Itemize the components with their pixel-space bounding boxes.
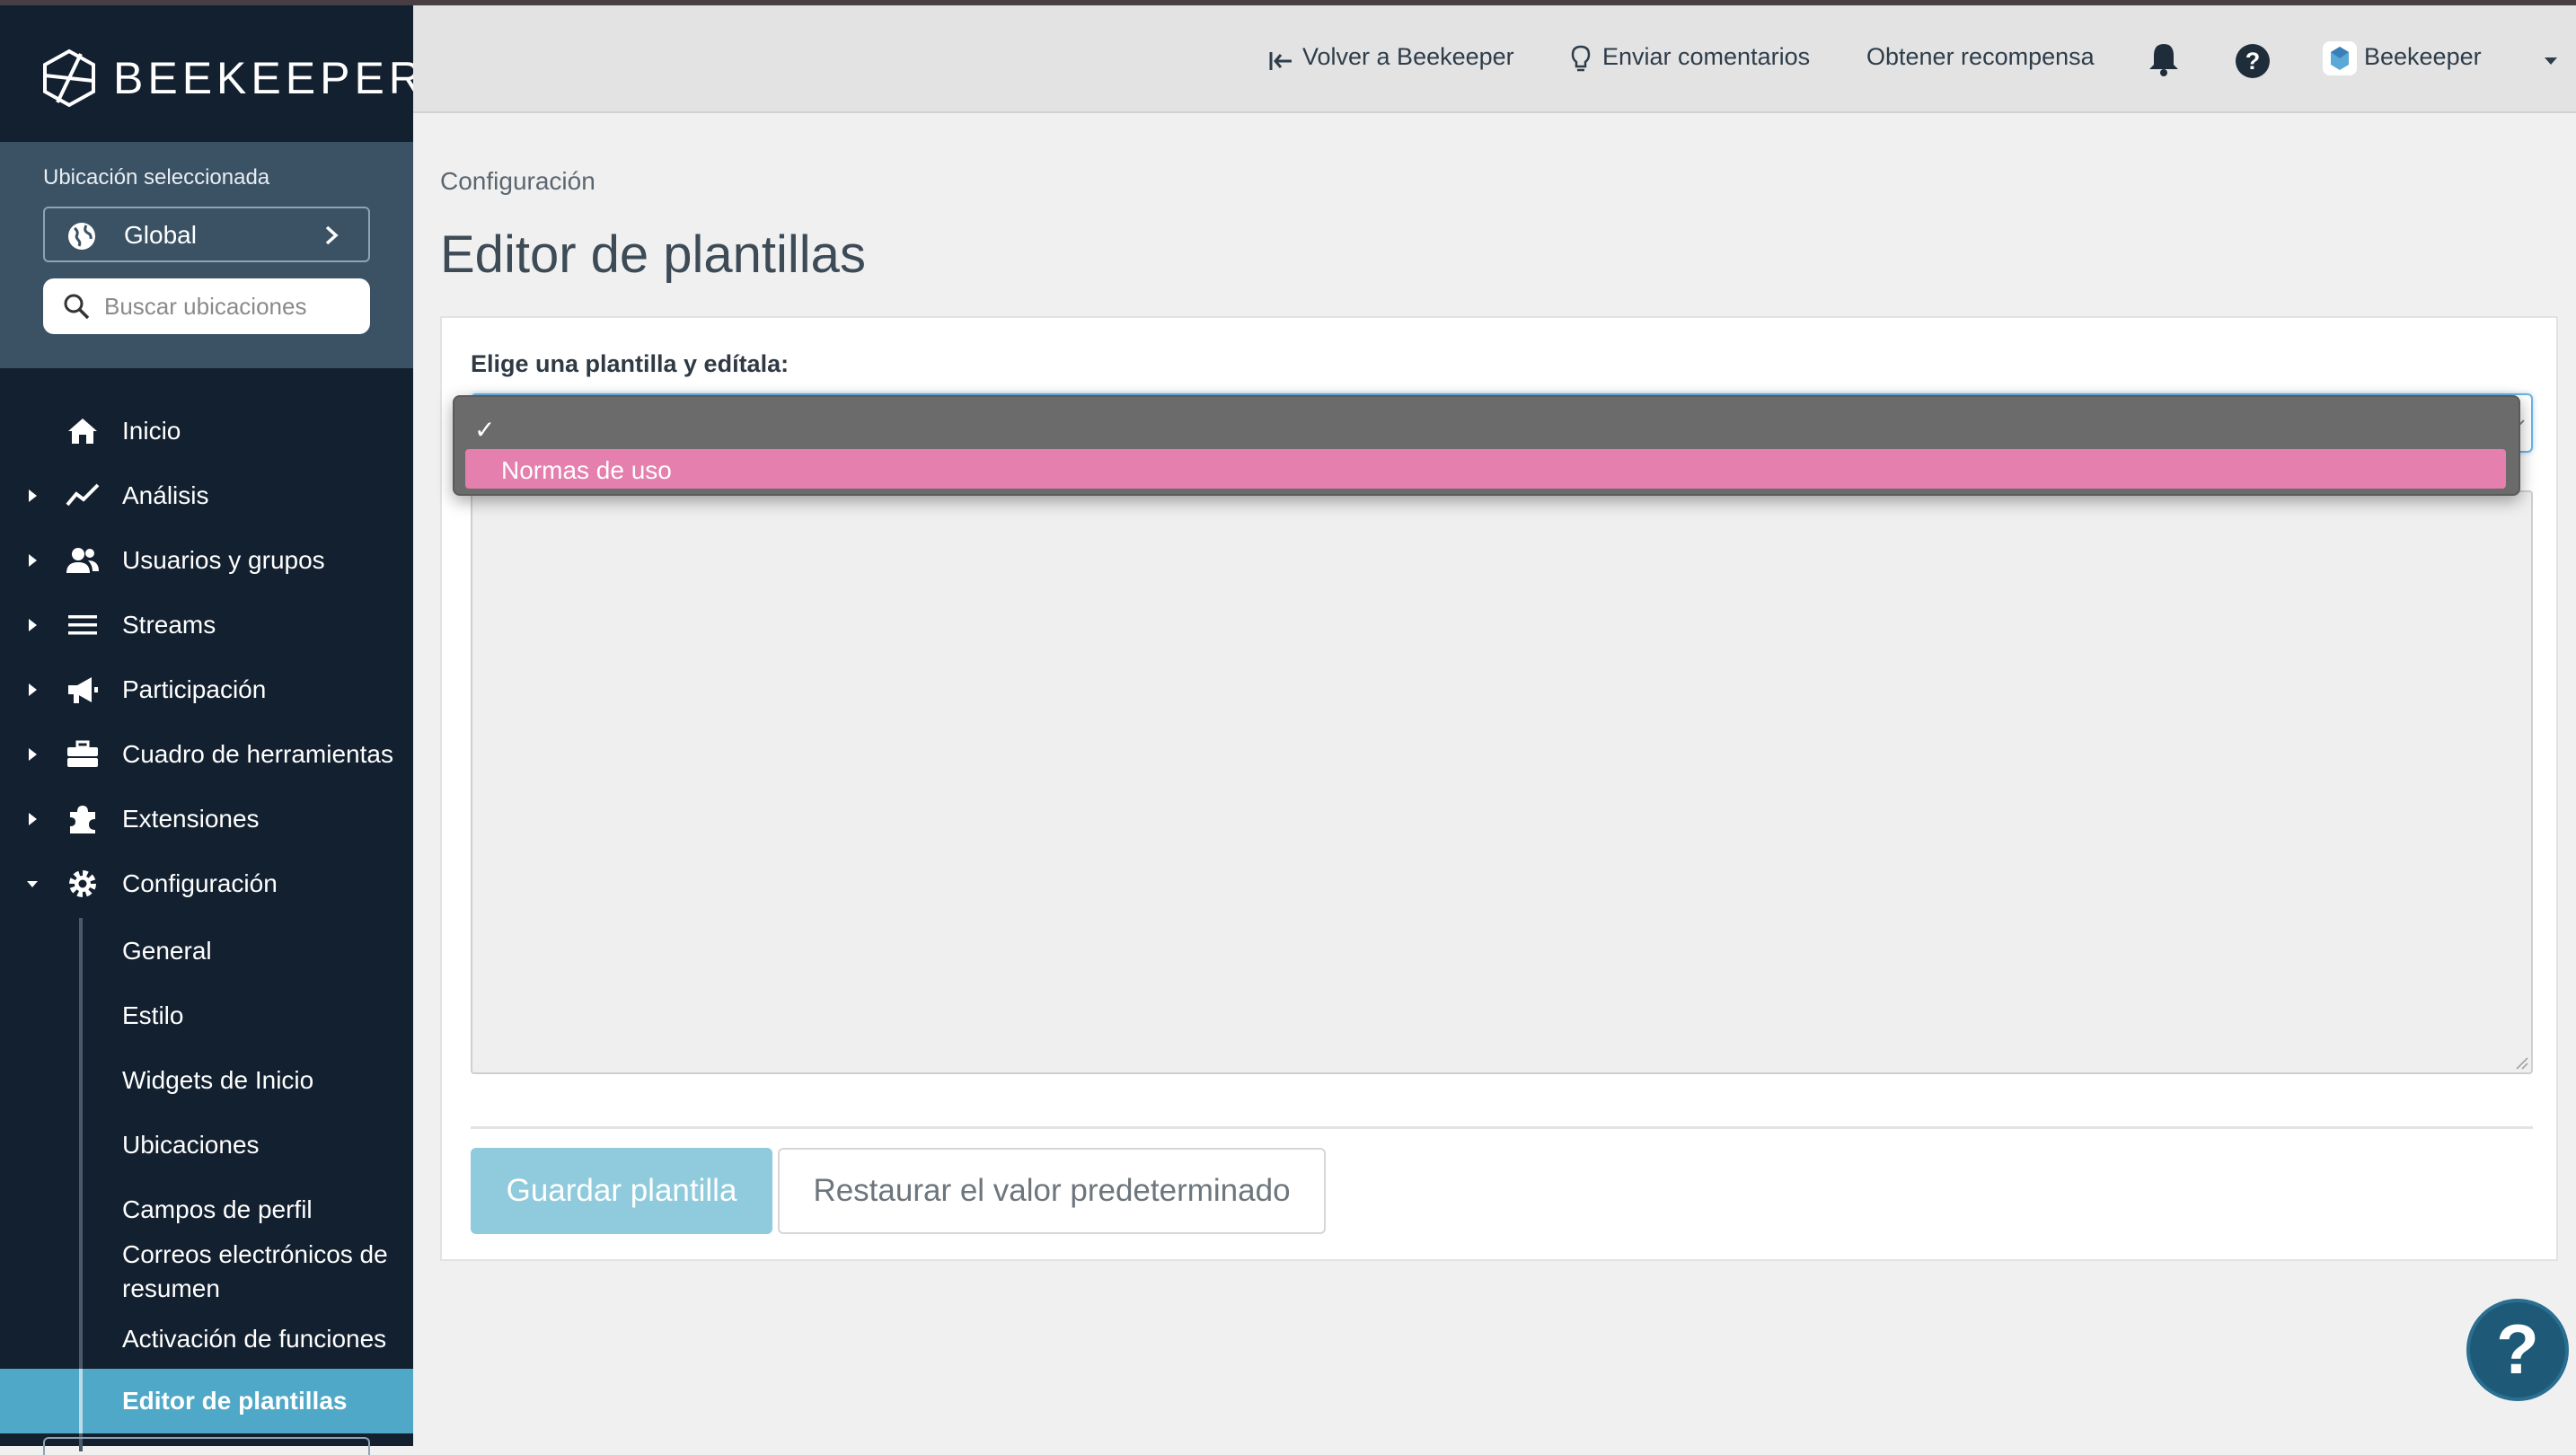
nav-label: Extensiones [122, 805, 260, 833]
sidebar: BEEKEEPER Ubicación seleccionada Global [0, 5, 421, 1455]
caret-right-icon [29, 683, 37, 696]
account-avatar[interactable] [2323, 41, 2357, 75]
caret-down-icon[interactable] [2544, 56, 2558, 66]
sub-item-correos-resumen[interactable]: Correos electrónicos de resumen [0, 1229, 413, 1313]
nav-item-analisis[interactable]: Análisis [0, 463, 413, 528]
sub-label: General [122, 937, 212, 965]
template-select-label: Elige una plantilla y edítala: [471, 350, 790, 377]
sub-label: Ubicaciones [122, 1131, 260, 1159]
nav-item-configuracion[interactable]: Configuración [0, 851, 413, 916]
dropdown-option-normas-de-uso[interactable]: Normas de uso [465, 449, 2506, 489]
back-to-beekeeper-link[interactable]: Volver a Beekeeper [1302, 43, 1514, 71]
active-marker [79, 1369, 83, 1433]
nav-label: Usuarios y grupos [122, 546, 325, 574]
trend-icon [66, 483, 100, 507]
sub-item-estilo[interactable]: Estilo [0, 981, 413, 1045]
caret-right-icon [29, 554, 37, 567]
send-feedback-link[interactable]: Enviar comentarios [1602, 43, 1810, 71]
bell-icon[interactable] [2147, 41, 2181, 77]
dropdown-check-icon: ✓ [474, 416, 496, 444]
sub-label: Correos electrónicos de resumen [122, 1240, 388, 1302]
nav-item-usuarios[interactable]: Usuarios y grupos [0, 528, 413, 593]
nav-item-participacion[interactable]: Participación [0, 657, 413, 722]
save-template-button[interactable]: Guardar plantilla [471, 1148, 772, 1234]
account-menu[interactable]: Beekeeper [2364, 43, 2482, 71]
breadcrumb[interactable]: Configuración [440, 167, 595, 196]
nav-label: Cuadro de herramientas [122, 740, 393, 768]
nav-label: Streams [122, 611, 216, 639]
sub-item-widgets-inicio[interactable]: Widgets de Inicio [0, 1045, 413, 1110]
caret-right-icon [29, 489, 37, 502]
sub-item-editor-plantillas[interactable]: Editor de plantillas [0, 1369, 413, 1433]
nav-item-extensiones[interactable]: Extensiones [0, 787, 413, 851]
brand-name: BEEKEEPER [113, 53, 426, 103]
sub-label: Editor de plantillas [122, 1387, 348, 1415]
sub-item-campos-perfil[interactable]: Campos de perfil [0, 1175, 413, 1229]
users-icon [66, 548, 99, 573]
sub-item-ubicaciones[interactable]: Ubicaciones [0, 1110, 413, 1175]
option-label: Normas de uso [501, 456, 672, 484]
sub-label: Activación de funciones [122, 1325, 387, 1353]
nav-item-streams[interactable]: Streams [0, 593, 413, 657]
divider [471, 1126, 2533, 1129]
lightbulb-icon [1571, 45, 1591, 72]
help-circle-icon[interactable]: ? [2235, 43, 2271, 79]
back-arrow-icon [1269, 52, 1292, 70]
sub-item-general[interactable]: General [0, 916, 413, 981]
svg-text:?: ? [2245, 48, 2261, 75]
beekeeper-hex-icon [2331, 47, 2349, 70]
globe-icon [68, 223, 95, 250]
sidebar-bottom-control[interactable] [43, 1437, 370, 1455]
megaphone-icon [68, 677, 98, 703]
chevron-right-icon [325, 225, 339, 245]
menu-lines-icon [68, 615, 97, 635]
caret-right-icon [29, 813, 37, 825]
sub-label: Estilo [122, 1001, 184, 1029]
nav-label: Inicio [122, 417, 181, 445]
location-search-input[interactable] [102, 286, 354, 327]
help-fab-button[interactable]: ? [2466, 1299, 2569, 1401]
location-value: Global [124, 221, 197, 249]
restore-default-button[interactable]: Restaurar el valor predeterminado [778, 1148, 1326, 1234]
nav-label: Análisis [122, 481, 209, 509]
nav-item-inicio[interactable]: Inicio [0, 399, 413, 463]
sub-item-activacion-funciones[interactable]: Activación de funciones [0, 1313, 413, 1372]
sub-label: Campos de perfil [122, 1195, 313, 1223]
home-icon [68, 419, 97, 444]
template-content-textarea[interactable] [471, 490, 2533, 1074]
nav-item-cuadro-herramientas[interactable]: Cuadro de herramientas [0, 722, 413, 787]
nav-label: Configuración [122, 869, 278, 897]
sub-label: Widgets de Inicio [122, 1066, 314, 1094]
page-title: Editor de plantillas [440, 225, 866, 284]
location-select[interactable]: Global [43, 207, 370, 262]
nav-label: Participación [122, 675, 267, 703]
caret-right-icon [29, 619, 37, 631]
get-reward-link[interactable]: Obtener recompensa [1866, 43, 2095, 71]
resize-grip-icon[interactable] [2513, 1054, 2529, 1071]
beekeeper-logo-icon [43, 48, 95, 108]
search-icon [64, 294, 90, 320]
gear-icon [69, 870, 96, 897]
brand[interactable]: BEEKEEPER [0, 5, 421, 142]
puzzle-icon [70, 806, 95, 833]
top-bar: Volver a Beekeeper Enviar comentarios Ob… [413, 5, 2576, 113]
caret-right-icon [29, 748, 37, 761]
template-dropdown-menu: ✓ Normas de uso [453, 395, 2520, 496]
toolbox-icon [67, 740, 98, 767]
location-label: Ubicación seleccionada [43, 165, 270, 190]
location-panel: Ubicación seleccionada Global [0, 142, 413, 368]
caret-down-icon [27, 881, 38, 887]
location-search[interactable] [43, 278, 370, 334]
